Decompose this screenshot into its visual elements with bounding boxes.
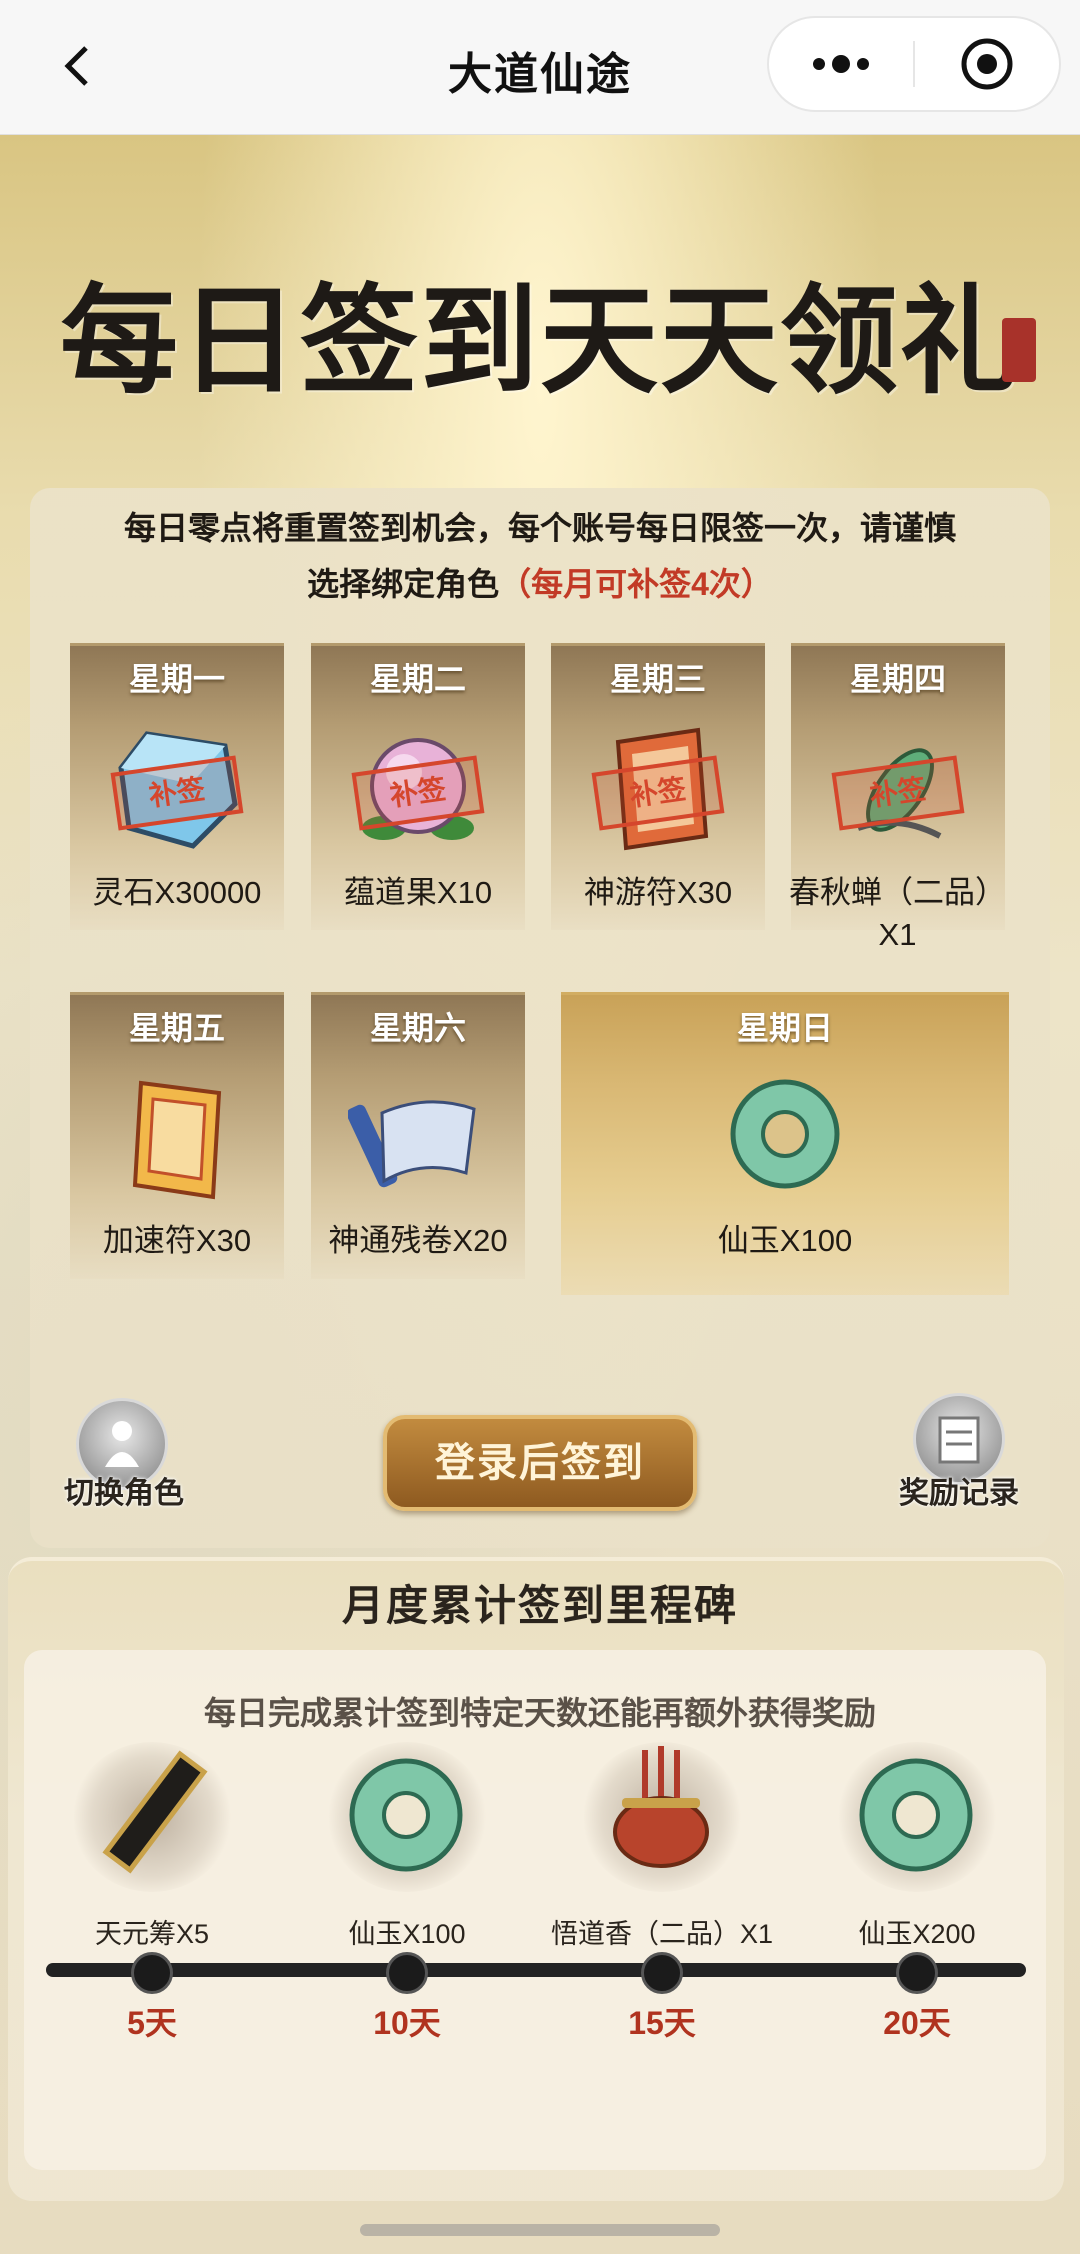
red-seal-icon	[1002, 318, 1036, 382]
day-label: 星期五	[128, 1010, 225, 1046]
switch-role-label[interactable]: 切换角色	[64, 1468, 184, 1512]
milestone-node	[386, 1952, 428, 1994]
notice-line2: 选择绑定角色	[307, 566, 500, 602]
milestone-days: 20天	[883, 2005, 951, 2041]
milestone-reward: 仙玉X200	[858, 1919, 976, 1949]
banner-title: 每日签到天天领礼	[59, 271, 1020, 410]
day-label: 星期日	[736, 1010, 833, 1046]
more-dots-icon	[813, 55, 869, 73]
milestone-reward: 天元筹X5	[94, 1919, 210, 1949]
reward-name: 蕴道果X10	[343, 875, 493, 910]
jade-ring-icon	[859, 1758, 973, 1872]
notice-line2-wrap: 选择绑定角色（每月可补签4次）	[60, 556, 1020, 612]
home-indicator[interactable]	[360, 2224, 720, 2236]
scroll-icon	[348, 1100, 476, 1188]
notice-line1: 每日零点将重置签到机会，每个账号每日限签一次，请谨慎	[123, 510, 956, 546]
reward-name: 加速符X30	[102, 1223, 252, 1258]
signin-notice: 每日零点将重置签到机会，每个账号每日限签一次，请谨慎 选择绑定角色（每月可补签4…	[60, 500, 1020, 612]
reward-name: 神通残卷X20	[328, 1223, 508, 1258]
close-mini-program-button[interactable]	[915, 18, 1059, 110]
milestone-progress-track	[46, 1963, 1026, 1977]
day-label: 星期二	[369, 661, 466, 697]
target-close-icon	[961, 38, 1013, 90]
milestone-node	[131, 1952, 173, 1994]
jade-ring-icon	[349, 1758, 463, 1872]
milestone-reward: 仙玉X100	[348, 1919, 466, 1949]
milestone-title: 月度累计签到里程碑	[341, 1582, 738, 1629]
reward-record-label[interactable]: 奖励记录	[899, 1468, 1019, 1512]
milestone-subtitle: 每日完成累计签到特定天数还能再额外获得奖励	[203, 1695, 876, 1731]
jade-ring-icon	[730, 1079, 840, 1189]
mini-program-capsule	[767, 16, 1061, 112]
reward-name: 春秋蝉（二品）X1	[789, 875, 1006, 952]
day-label: 星期三	[609, 661, 706, 697]
reward-name: 神游符X30	[583, 875, 733, 910]
milestone-node	[896, 1952, 938, 1994]
day-label: 星期六	[369, 1010, 466, 1046]
reward-name: 灵石X30000	[92, 875, 262, 910]
login-signin-button[interactable]: 登录后签到	[383, 1415, 697, 1511]
tally-token-icon	[102, 1750, 208, 1874]
day-label: 星期四	[849, 661, 946, 697]
more-button[interactable]	[769, 18, 913, 110]
day-label: 星期一	[128, 661, 225, 697]
nav-bar: 大道仙途	[0, 0, 1080, 135]
milestone-days: 10天	[373, 2005, 441, 2041]
reward-name: 仙玉X100	[717, 1223, 853, 1258]
milestone-days: 5天	[127, 2005, 177, 2041]
notice-highlight: （每月可补签4次）	[499, 566, 773, 602]
milestone-reward: 悟道香（二品）X1	[550, 1919, 774, 1949]
speed-talisman-icon	[132, 1080, 222, 1200]
incense-burner-icon	[613, 1746, 709, 1868]
milestone-node	[641, 1952, 683, 1994]
milestone-days: 15天	[628, 2005, 696, 2041]
